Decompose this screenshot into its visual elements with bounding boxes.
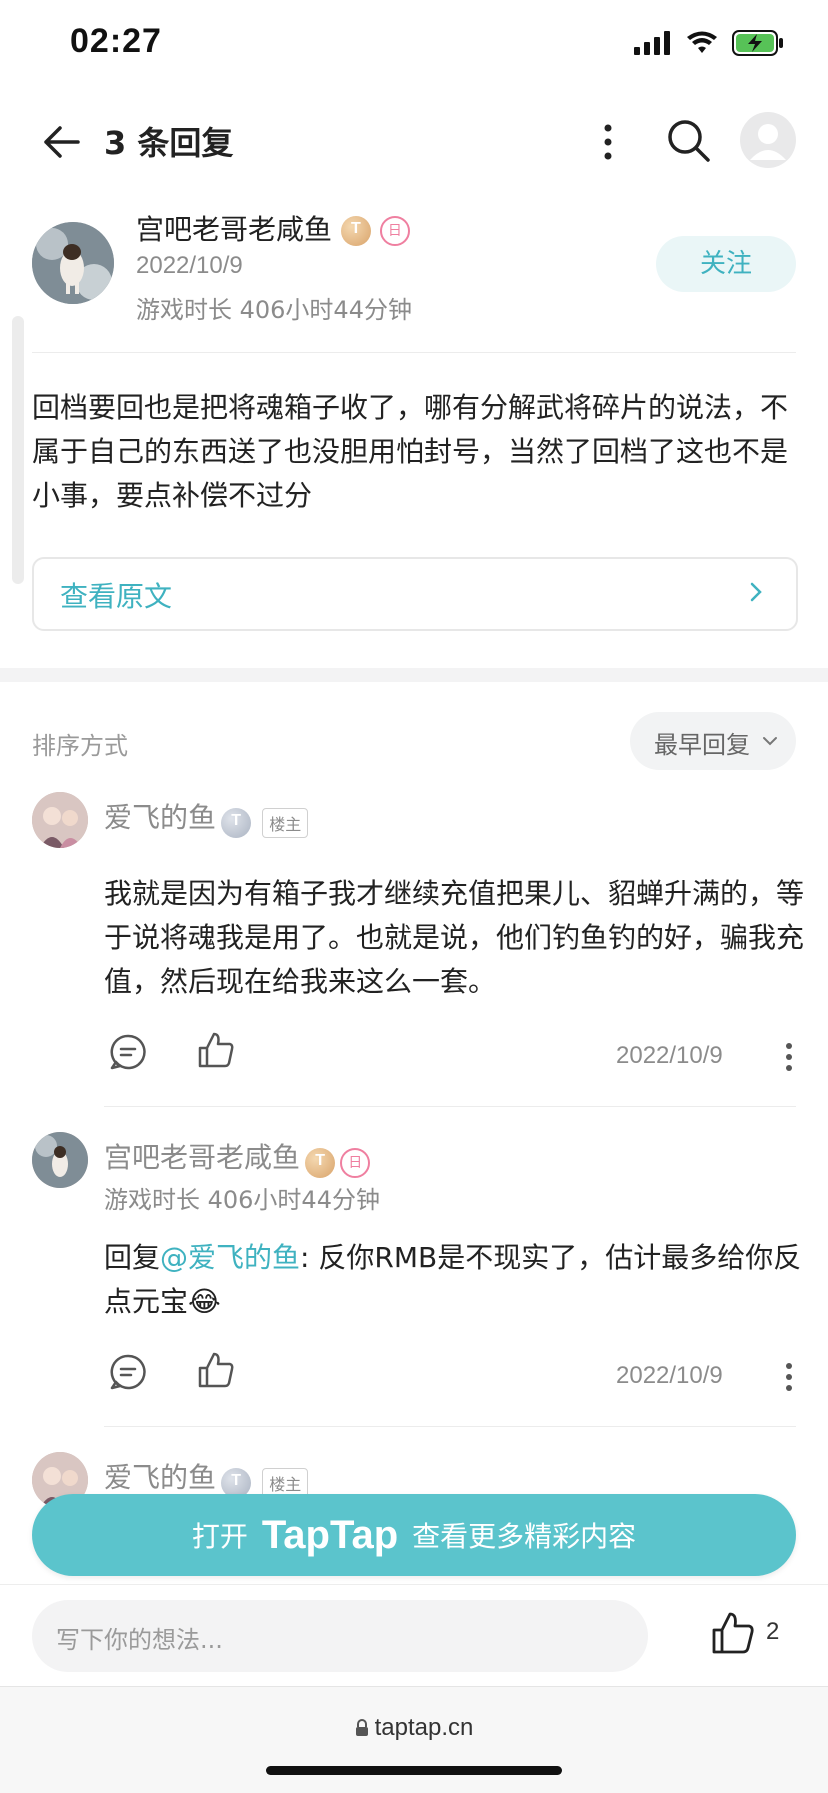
level-badge-icon: T [305,1147,336,1178]
status-time: 02:27 [70,22,162,60]
comment-placeholder: 写下你的想法... [56,1626,223,1654]
like-icon[interactable] [196,1030,236,1070]
open-taptap-banner[interactable]: 打开 TapTap 查看更多精彩内容 [32,1494,796,1576]
level-badge-icon: T [340,216,371,246]
comment-header: 爱飞的鱼 T 楼主 [104,796,309,838]
section-separator [0,668,828,682]
more-options-icon[interactable] [590,120,626,164]
author-avatar[interactable] [32,222,114,304]
commenter-playtime: 游戏时长 406小时44分钟 [104,1186,380,1214]
url-bar[interactable]: taptap.cn [0,1714,828,1742]
user-avatar[interactable] [740,112,796,168]
follow-button[interactable]: 关注 [656,236,796,292]
comment-text: 回复@爱飞的鱼: 反你RMB是不现实了，估计最多给你反点元宝😂 [104,1236,804,1324]
level-badge-icon: T [221,807,252,838]
post-date: 2022/10/9 [136,252,243,279]
like-count: 2 [766,1618,780,1645]
view-original-button[interactable]: 查看原文 [32,557,798,631]
divider [104,1426,796,1427]
status-icons [634,30,784,56]
reply-prefix: 回复 [104,1241,161,1274]
taptap-logo: TapTap [261,1513,399,1557]
author-name-row[interactable]: 宫吧老哥老咸鱼 T 日 [136,208,410,248]
tag-badge-icon: 日 [340,1147,371,1178]
divider [104,1106,796,1107]
comment-more-icon[interactable] [784,1042,794,1072]
battery-charging-icon [732,30,783,56]
reply-icon[interactable] [108,1032,148,1072]
op-badge: 楼主 [262,807,309,838]
like-icon[interactable] [710,1610,756,1656]
home-indicator[interactable] [266,1766,562,1775]
banner-suffix: 查看更多精彩内容 [412,1520,637,1553]
person-avatar-image [32,792,88,848]
commenter-avatar[interactable] [32,1132,88,1188]
divider [0,1584,828,1585]
commenter-name[interactable]: 爱飞的鱼 [104,1461,216,1494]
author-playtime: 游戏时长 406小时44分钟 [136,296,412,324]
sort-label: 排序方式 [32,732,128,760]
comment-header: 爱飞的鱼 T 楼主 [104,1456,309,1498]
commenter-name[interactable]: 爱飞的鱼 [104,801,216,834]
back-arrow-icon[interactable] [38,118,86,166]
comment-date: 2022/10/9 [616,1362,723,1389]
chevron-down-icon [763,737,777,746]
dog-avatar-image [32,1132,88,1188]
divider [32,352,796,353]
comment-more-icon[interactable] [784,1362,794,1392]
default-avatar-icon [750,124,786,160]
chevron-right-icon [750,582,762,602]
tag-badge-icon: 日 [379,216,410,246]
comment-input[interactable]: 写下你的想法... [32,1600,648,1672]
sort-dropdown[interactable]: 最早回复 [630,712,796,770]
mention-link[interactable]: @爱飞的鱼 [160,1241,300,1274]
url-text: taptap.cn [374,1714,474,1741]
level-badge-icon: T [221,1467,252,1498]
banner-prefix: 打开 [191,1520,248,1553]
wifi-icon [687,31,717,53]
reply-icon[interactable] [108,1352,148,1392]
post-body: 回档要回也是把将魂箱子收了，哪有分解武将碎片的说法，不属于自己的东西送了也没胆用… [32,391,789,512]
sort-selected: 最早回复 [654,731,750,759]
comment-text: 我就是因为有箱子我才继续充值把果儿、貂蝉升满的，等于说将魂我是用了。也就是说，他… [104,877,805,998]
page-title: 3 条回复 [104,124,234,162]
lock-icon [355,1719,368,1736]
commenter-name[interactable]: 宫吧老哥老咸鱼 [104,1141,300,1174]
comment-date: 2022/10/9 [616,1042,723,1069]
op-badge: 楼主 [262,1467,309,1498]
comment-header: 宫吧老哥老咸鱼 T 日 [104,1136,371,1178]
dog-avatar-image [32,222,114,304]
view-original-label: 查看原文 [60,580,173,613]
commenter-avatar[interactable] [32,792,88,848]
search-icon[interactable] [664,116,712,164]
like-icon[interactable] [196,1350,236,1390]
author-name[interactable]: 宫吧老哥老咸鱼 [136,213,332,246]
signal-icon [634,31,670,55]
scrollbar[interactable] [12,316,24,584]
